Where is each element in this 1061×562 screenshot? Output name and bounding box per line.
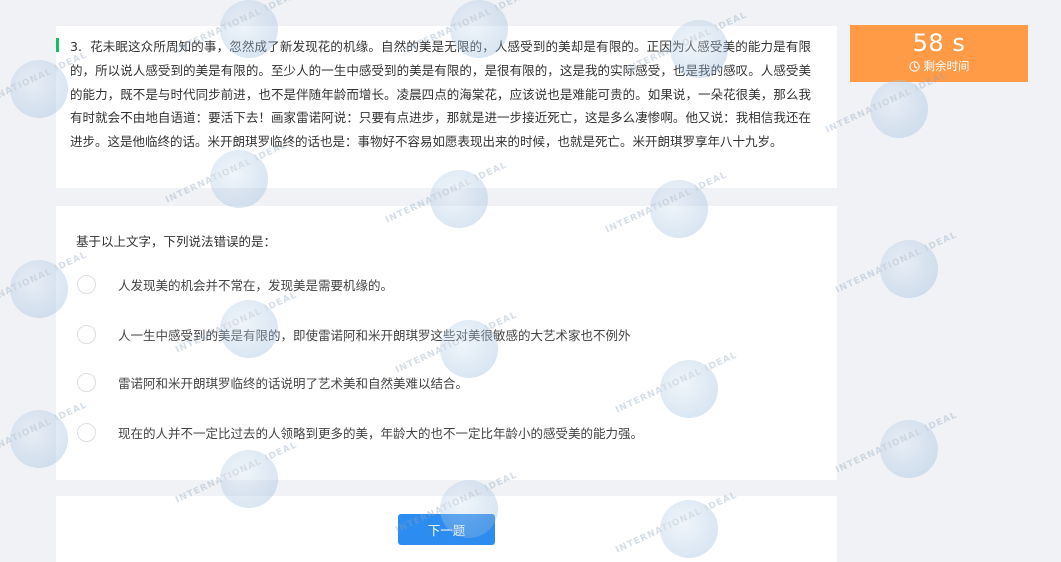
watermark-globe-icon (880, 420, 938, 478)
option-b-radio[interactable] (77, 324, 96, 344)
next-question-button[interactable]: 下一题 (398, 514, 495, 545)
option-a-radio[interactable] (77, 274, 96, 294)
watermark-globe-icon (870, 80, 928, 138)
timer-label-row: 剩余时间 (850, 58, 1028, 74)
passage-card: 3. 花未眠这众所周知的事，忽然成了新发现花的机缘。自然的美是无限的，人感受到的美… (56, 26, 837, 188)
option-c[interactable]: 雷诺阿和米开朗琪罗临终的话说明了艺术美和自然美难以结合。 (77, 371, 468, 393)
watermark-text: INTERNATIONAL IDEAL (834, 410, 959, 476)
timer-value: 58 s (912, 29, 966, 57)
watermark-17: INTERNATIONAL IDEAL (830, 410, 980, 490)
passage-text: 花未眠这众所周知的事，忽然成了新发现花的机缘。自然的美是无限的，人感受到的美却是… (70, 39, 811, 150)
clock-icon (908, 60, 920, 72)
question-number: 3. (70, 39, 82, 54)
option-d[interactable]: 现在的人并不一定比过去的人领略到更多的美，年龄大的也不一定比年龄小的感受美的能力… (77, 421, 643, 443)
option-d-text: 现在的人并不一定比过去的人领略到更多的美，年龄大的也不一定比年龄小的感受美的能力… (118, 425, 644, 441)
question-card: 基于以上文字，下列说法错误的是： 人发现美的机会并不常在，发现美是需要机缘的。 … (56, 206, 837, 480)
option-b-text: 人一生中感受到的美是有限的，即使雷诺阿和米开朗琪罗这些对美很敏感的大艺术家也不例… (118, 327, 631, 343)
countdown-timer: 58 s 剩余时间 (850, 25, 1028, 82)
watermark-globe-icon (880, 240, 938, 298)
option-a-text: 人发现美的机会并不常在，发现美是需要机缘的。 (118, 277, 394, 293)
footer-card: 下一题 (56, 496, 837, 562)
option-c-radio[interactable] (77, 372, 96, 392)
timer-label: 剩余时间 (923, 59, 970, 73)
watermark-7: INTERNATIONAL IDEAL (820, 70, 970, 150)
passage-text-block: 3. 花未眠这众所周知的事，忽然成了新发现花的机缘。自然的美是无限的，人感受到的美… (70, 35, 811, 154)
passage-accent-bar (56, 38, 59, 52)
question-stem: 基于以上文字，下列说法错误的是： (76, 234, 277, 249)
option-d-radio[interactable] (77, 422, 96, 442)
option-b[interactable]: 人一生中感受到的美是有限的，即使雷诺阿和米开朗琪罗这些对美很敏感的大艺术家也不例… (77, 323, 631, 345)
watermark-12: INTERNATIONAL IDEAL (830, 230, 980, 310)
option-c-text: 雷诺阿和米开朗琪罗临终的话说明了艺术美和自然美难以结合。 (118, 375, 469, 391)
watermark-text: INTERNATIONAL IDEAL (834, 230, 959, 296)
option-a[interactable]: 人发现美的机会并不常在，发现美是需要机缘的。 (77, 273, 393, 295)
